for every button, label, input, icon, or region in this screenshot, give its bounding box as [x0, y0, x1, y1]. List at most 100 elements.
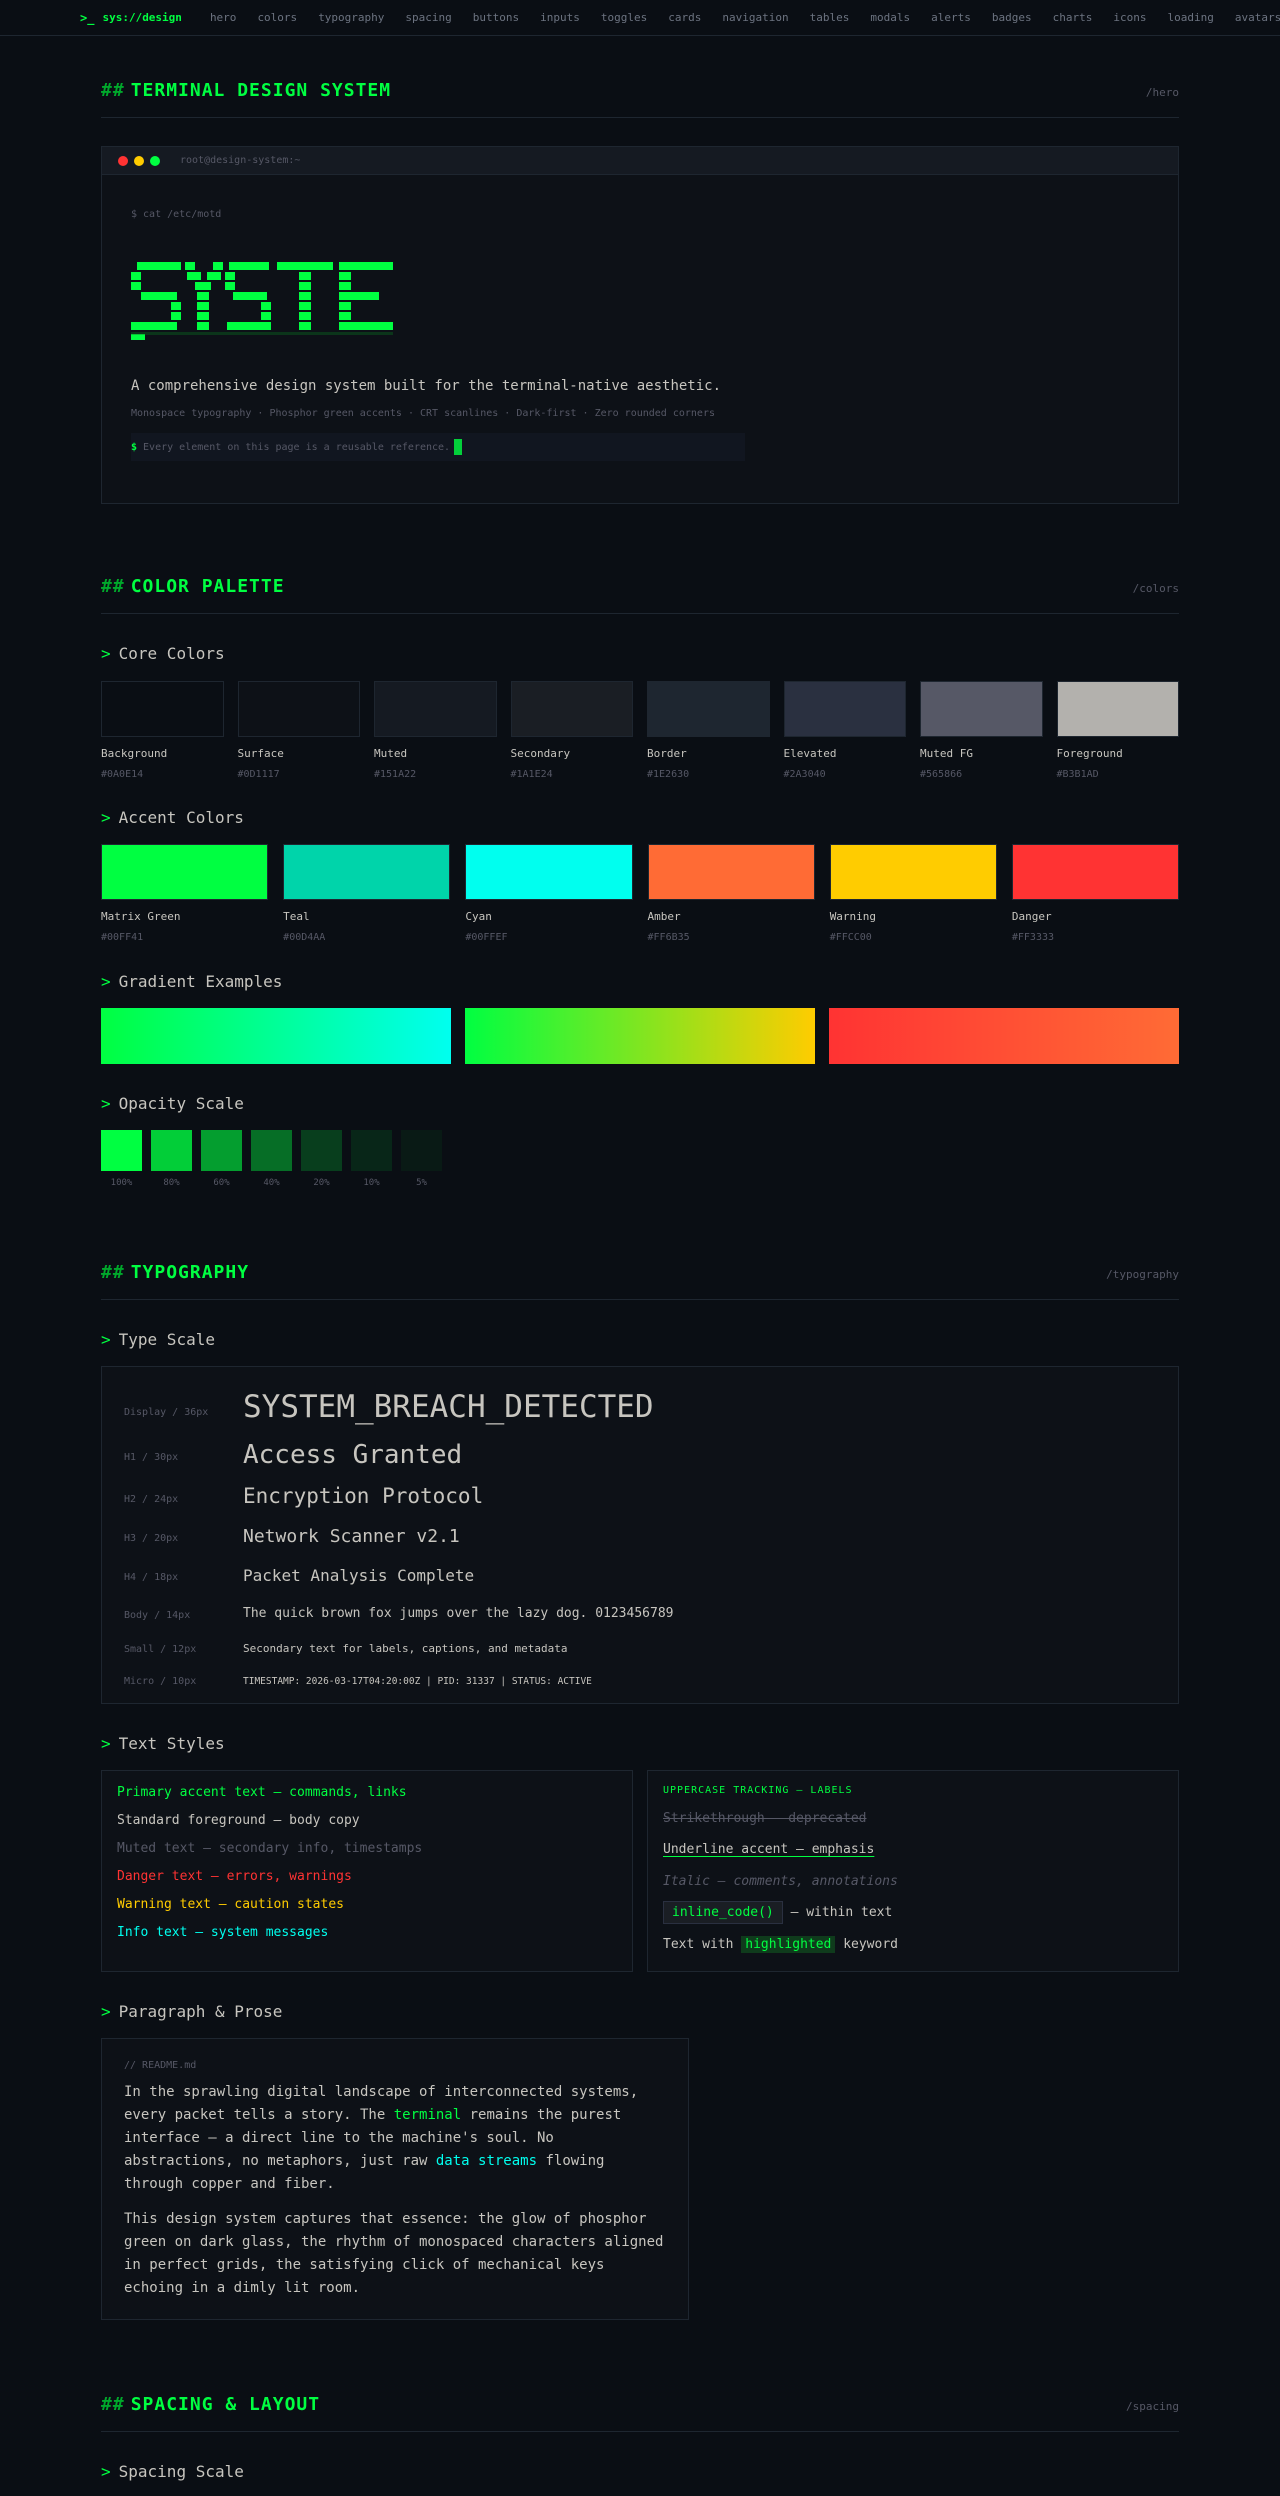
- type-sample-h1: Access Granted: [243, 1440, 463, 1470]
- swatch-elevated[interactable]: Elevated #2A3040: [783, 681, 906, 780]
- spacing-header: ## SPACING & LAYOUT /spacing: [101, 2394, 1179, 2432]
- swatch-color-box: [1056, 681, 1179, 737]
- prose-panel: // README.md In the sprawling digital la…: [101, 2038, 689, 2320]
- swatch-name: Amber: [647, 910, 681, 923]
- swatch-color-box: [1011, 844, 1180, 900]
- terminal-window: root@design-system:~ $ cat /etc/motd A c…: [101, 146, 1179, 504]
- close-dot-icon[interactable]: [118, 155, 128, 166]
- nav-link-icons[interactable]: icons: [1113, 11, 1146, 24]
- swatch-hex: #B3B1AD: [1056, 769, 1099, 780]
- italic-text: Italic — comments, annotations: [663, 1874, 898, 1889]
- terminal-icon: >_: [80, 10, 95, 25]
- nav-link-loading[interactable]: loading: [1167, 11, 1213, 24]
- swatch-color-box: [283, 844, 451, 900]
- ascii-art-logo-icon: [131, 262, 393, 340]
- nav-link-spacing[interactable]: spacing: [405, 11, 451, 24]
- colors-header: ## COLOR PALETTE /colors: [101, 576, 1179, 614]
- swatch-amber[interactable]: Amber #FF6B35: [647, 844, 815, 943]
- minimize-dot-icon[interactable]: [134, 155, 144, 166]
- prose-filename: // README.md: [124, 2060, 197, 2071]
- type-scale-panel: Display / 36px SYSTEM_BREACH_DETECTED H1…: [101, 1366, 1179, 1704]
- nav-link-cards[interactable]: cards: [668, 11, 701, 24]
- nav-link-typography[interactable]: typography: [318, 11, 384, 24]
- text-style-sample: Standard foreground — body copy: [117, 1813, 360, 1828]
- opacity-step: 80%: [151, 1130, 192, 1188]
- swatch-border[interactable]: Border #1E2630: [647, 681, 770, 780]
- core-colors-heading: > Core Colors: [101, 644, 225, 663]
- terminal-title: root@design-system:~: [180, 155, 301, 166]
- swatch-background[interactable]: Background #0A0E14: [101, 681, 224, 780]
- swatch-name: Teal: [283, 910, 310, 923]
- opacity-box: [101, 1130, 142, 1171]
- opacity-step: 60%: [201, 1130, 242, 1188]
- opacity-box: [151, 1130, 192, 1171]
- strikethrough-text: Strikethrough — deprecated: [663, 1811, 867, 1826]
- type-sample-h4: Packet Analysis Complete: [243, 1566, 475, 1585]
- opacity-step: 5%: [401, 1130, 442, 1188]
- swatch-cyan[interactable]: Cyan #00FFEF: [465, 844, 633, 943]
- swatch-muted[interactable]: Muted #151A22: [374, 681, 497, 780]
- swatch-name: Surface: [237, 747, 284, 760]
- swatch-hex: #2A3040: [783, 769, 826, 780]
- swatch-name: Cyan: [465, 910, 492, 923]
- swatch-warning[interactable]: Warning #FFCC00: [829, 844, 997, 943]
- swatch-color-box: [101, 681, 224, 737]
- maximize-dot-icon[interactable]: [150, 155, 160, 166]
- opacity-label: 10%: [363, 1178, 380, 1188]
- nav-link-navigation[interactable]: navigation: [722, 11, 788, 24]
- core-color-swatches: Background #0A0E14 Surface #0D1117 Muted #151…: [101, 681, 1179, 780]
- hero-tagline: A comprehensive design system built for …: [131, 378, 722, 394]
- type-scale-label: Micro / 10px: [124, 1676, 197, 1687]
- gradient-heading: > Gradient Examples: [101, 972, 283, 991]
- link-data-streams[interactable]: data streams: [436, 2153, 537, 2169]
- swatch-hex: #565866: [920, 769, 963, 780]
- brand[interactable]: >_ sys://design: [80, 11, 182, 25]
- opacity-label: 5%: [416, 1178, 427, 1188]
- colors-section: ## COLOR PALETTE /colors: [101, 576, 1179, 614]
- prompt-text: Every element on this page is a reusable…: [143, 441, 451, 453]
- nav-link-badges[interactable]: badges: [992, 11, 1032, 24]
- swatch-color-box: [829, 844, 997, 900]
- inline-code-line: inline_code() — within text: [663, 1901, 892, 1924]
- prose-paragraph-1: In the sprawling digital landscape of in…: [124, 2084, 639, 2192]
- underline-text: Underline accent — emphasis: [663, 1842, 875, 1857]
- type-scale-heading: > Type Scale: [101, 1330, 215, 1349]
- nav-link-colors[interactable]: colors: [257, 11, 297, 24]
- swatch-matrix-green[interactable]: Matrix Green #00FF41: [101, 844, 269, 943]
- nav-link-tables[interactable]: tables: [810, 11, 850, 24]
- type-sample-micro: TIMESTAMP: 2026-03-17T04:20:00Z | PID: 3…: [243, 1676, 592, 1687]
- nav-link-alerts[interactable]: alerts: [931, 11, 971, 24]
- swatch-color-box: [510, 681, 633, 737]
- swatch-hex: #0D1117: [237, 769, 280, 780]
- swatch-teal[interactable]: Teal #00D4AA: [283, 844, 451, 943]
- swatch-color-box: [101, 844, 269, 900]
- type-scale-label: H2 / 24px: [124, 1494, 179, 1505]
- nav-link-charts[interactable]: charts: [1053, 11, 1093, 24]
- link-terminal[interactable]: terminal: [394, 2107, 461, 2123]
- typography-section: ## TYPOGRAPHY /typography: [101, 1262, 1179, 1300]
- swatch-hex: #00FF41: [101, 932, 144, 943]
- section-title: ## SPACING & LAYOUT: [101, 2394, 321, 2415]
- swatch-secondary[interactable]: Secondary #1A1E24: [510, 681, 633, 780]
- prompt-symbol: $: [131, 441, 138, 453]
- swatch-surface[interactable]: Surface #0D1117: [237, 681, 360, 780]
- cursor-block: [454, 439, 463, 455]
- nav-link-buttons[interactable]: buttons: [473, 11, 519, 24]
- swatch-danger[interactable]: Danger #FF3333: [1011, 844, 1180, 943]
- nav-link-toggles[interactable]: toggles: [601, 11, 647, 24]
- opacity-label: 100%: [110, 1178, 133, 1188]
- opacity-label: 20%: [313, 1178, 330, 1188]
- prose-paragraph-2: This design system captures that essence…: [124, 2211, 664, 2296]
- swatch-muted-fg[interactable]: Muted FG #565866: [920, 681, 1043, 780]
- section-title: ## TERMINAL DESIGN SYSTEM: [101, 80, 392, 101]
- swatch-hex: #151A22: [374, 769, 417, 780]
- type-sample-h3: Network Scanner v2.1: [243, 1526, 460, 1547]
- hero-features: Monospace typography · Phosphor green ac…: [131, 408, 715, 419]
- nav-link-hero[interactable]: hero: [210, 11, 237, 24]
- swatch-foreground[interactable]: Foreground #B3B1AD: [1056, 681, 1179, 780]
- nav-link-inputs[interactable]: inputs: [540, 11, 580, 24]
- opacity-label: 40%: [263, 1178, 280, 1188]
- nav-link-modals[interactable]: modals: [870, 11, 910, 24]
- nav-link-avatars[interactable]: avatars: [1235, 11, 1280, 24]
- swatch-name: Muted: [374, 747, 408, 760]
